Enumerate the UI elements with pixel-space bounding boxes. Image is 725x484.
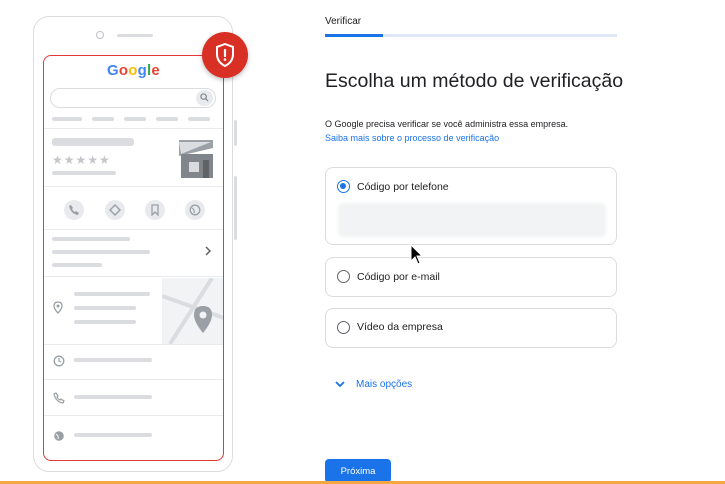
option-label: Código por e-mail xyxy=(357,271,440,283)
tab-placeholder xyxy=(188,117,210,121)
shield-alert-icon xyxy=(202,32,248,78)
phone-icon xyxy=(64,200,84,220)
phone-icon xyxy=(53,391,65,409)
phone-side-button xyxy=(234,176,237,240)
next-button[interactable]: Próxima xyxy=(325,459,391,483)
text-placeholder xyxy=(52,263,102,267)
radio-button[interactable] xyxy=(337,180,350,193)
option-label: Vídeo da empresa xyxy=(357,321,443,333)
more-options-label: Mais opções xyxy=(356,379,413,390)
radio-button[interactable] xyxy=(337,270,350,283)
divider xyxy=(44,229,223,230)
divider xyxy=(44,128,223,129)
website-icon xyxy=(185,200,205,220)
phone-screen: Google ★★★★★ xyxy=(43,55,224,461)
text-placeholder xyxy=(74,292,150,296)
phone-number-redacted xyxy=(338,203,606,237)
option-label: Código por telefone xyxy=(357,181,449,193)
map-thumbnail xyxy=(162,278,223,344)
text-placeholder xyxy=(74,395,152,399)
learn-more-link[interactable]: Saiba mais sobre o processo de verificaç… xyxy=(325,133,499,143)
chevron-right-icon xyxy=(204,244,212,259)
text-placeholder xyxy=(52,237,130,241)
text-placeholder xyxy=(52,171,116,175)
directions-icon xyxy=(105,200,125,220)
phone-side-button xyxy=(234,120,237,146)
page-title: Escolha um método de verificação xyxy=(325,70,624,92)
radio-button[interactable] xyxy=(337,321,350,334)
step-label: Verificar xyxy=(325,16,362,27)
option-business-video[interactable]: Vídeo da empresa xyxy=(325,308,617,348)
divider xyxy=(44,415,223,416)
intro-text: O Google precisa verificar se você admin… xyxy=(325,119,569,129)
text-placeholder xyxy=(52,250,150,254)
divider xyxy=(44,276,223,277)
rating-stars: ★★★★★ xyxy=(52,153,111,167)
tab-placeholder xyxy=(124,117,146,121)
option-email-code[interactable]: Código por e-mail xyxy=(325,257,617,297)
tab-placeholder xyxy=(92,117,114,121)
divider xyxy=(44,379,223,380)
chevron-down-icon xyxy=(335,381,345,388)
clock-icon xyxy=(53,354,65,372)
phone-camera xyxy=(96,31,104,39)
business-name-placeholder xyxy=(52,138,134,146)
bookmark-icon xyxy=(145,200,165,220)
text-placeholder xyxy=(74,320,136,324)
google-logo: Google xyxy=(107,62,160,79)
divider xyxy=(44,344,223,345)
phone-speaker xyxy=(117,34,153,37)
tab-placeholder xyxy=(156,117,178,121)
tab-placeholder xyxy=(52,117,82,121)
progress-bar xyxy=(325,34,617,37)
storefront-icon xyxy=(175,138,217,185)
search-icon xyxy=(196,90,213,106)
mini-search-box xyxy=(50,88,216,108)
divider xyxy=(44,186,223,187)
progress-fill xyxy=(325,34,384,37)
text-placeholder xyxy=(74,433,152,437)
mouse-cursor-icon xyxy=(410,244,424,265)
location-pin-icon xyxy=(53,301,63,319)
text-placeholder xyxy=(74,306,136,310)
globe-icon xyxy=(53,429,65,447)
text-placeholder xyxy=(74,358,152,362)
option-phone-code[interactable]: Código por telefone xyxy=(325,167,617,245)
